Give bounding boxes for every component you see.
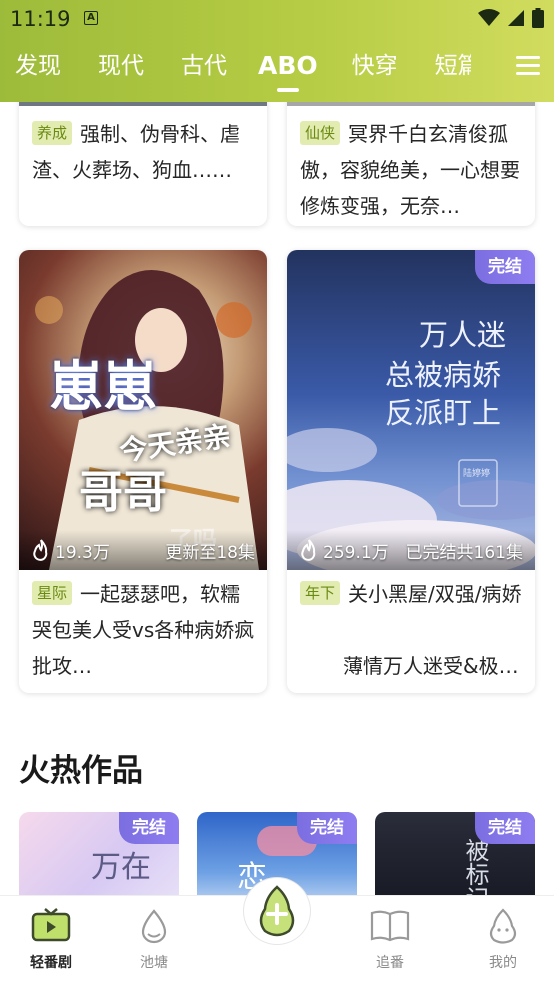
genre-tag: 养成 bbox=[32, 121, 73, 145]
completed-badge: 完结 bbox=[475, 812, 535, 844]
tab-duanpian[interactable]: 短篇 bbox=[435, 38, 471, 98]
pear-face-icon bbox=[489, 908, 517, 944]
category-tabs: 发现 现代 古代 ABO 快穿 短篇 bbox=[0, 38, 554, 98]
status-bar: 11:19 A bbox=[0, 0, 554, 38]
app-screen: 11:19 A 发现 现代 古代 ABO 快穿 短篇 养成 强制、伪骨科、虐渣、火… bbox=[0, 0, 554, 985]
episode-status: 已完结共161集 bbox=[405, 542, 523, 563]
cover-title: 总被病娇 bbox=[385, 358, 502, 392]
card-description: 星际 一起瑟瑟吧，软糯哭包美人受vs各种病娇疯批攻… bbox=[32, 581, 255, 678]
cover-meta: 259.1万 已完结共161集 bbox=[287, 530, 535, 570]
sim-icon: A bbox=[84, 11, 98, 25]
completed-badge: 完结 bbox=[119, 812, 179, 844]
tab-gudai[interactable]: 古代 bbox=[181, 38, 227, 98]
cover-title: 崽崽 bbox=[49, 355, 157, 418]
tab-xiandai[interactable]: 现代 bbox=[98, 38, 144, 98]
nav-label: 轻番剧 bbox=[30, 955, 72, 971]
tab-abo[interactable]: ABO bbox=[258, 38, 318, 98]
create-button[interactable] bbox=[244, 878, 310, 944]
status-time: 11:19 bbox=[10, 7, 71, 31]
bottom-navigation: 轻番剧 池塘 追番 我的 bbox=[0, 878, 554, 985]
status-icons bbox=[478, 7, 544, 29]
cover-seal: 陆婷婷 bbox=[463, 469, 491, 479]
book-card-3[interactable]: 崽崽 今天亲亲 哥哥 了吗 19.3万 更新至18集 星际一起瑟瑟吧，软糯哭包美… bbox=[19, 250, 267, 693]
nav-wode[interactable]: 我的 bbox=[468, 908, 538, 972]
genre-tag: 年下 bbox=[300, 581, 341, 605]
nav-chitang[interactable]: 池塘 bbox=[119, 908, 189, 972]
genre-tag: 仙侠 bbox=[300, 121, 341, 145]
cover-title: 反派盯上 bbox=[385, 396, 502, 430]
card-description-extra: 薄情万人迷受&极… bbox=[343, 654, 519, 678]
top-header: 11:19 A 发现 现代 古代 ABO 快穿 短篇 bbox=[0, 0, 554, 102]
episode-status: 更新至18集 bbox=[165, 542, 255, 563]
add-pear-icon bbox=[259, 885, 295, 937]
card-description: 年下 关小黑屋/双强/病娇 bbox=[300, 576, 525, 612]
cover-title: 哥哥 bbox=[79, 467, 167, 518]
nav-label: 我的 bbox=[489, 955, 517, 971]
pond-icon bbox=[141, 909, 167, 944]
card-description: 养成 强制、伪骨科、虐渣、火葬场、狗血…… bbox=[32, 121, 241, 182]
section-title: 火热作品 bbox=[19, 753, 143, 789]
nav-label: 追番 bbox=[376, 955, 404, 971]
signal-icon bbox=[508, 10, 524, 26]
genre-tag: 星际 bbox=[32, 581, 73, 605]
nav-zhuifan[interactable]: 追番 bbox=[355, 908, 425, 972]
flame-icon bbox=[301, 539, 316, 561]
menu-icon[interactable] bbox=[516, 55, 540, 77]
flame-icon bbox=[33, 539, 48, 561]
card-description: 仙侠 冥界千白玄清俊孤傲，容貌绝美，一心想要修炼变强，无奈… bbox=[300, 121, 520, 218]
cover-title: 万人迷 bbox=[419, 318, 507, 352]
tab-faxian[interactable]: 发现 bbox=[15, 38, 61, 98]
cover-image: 万人迷 总被病娇 反派盯上 陆婷婷 完结 259.1万 已完结共161集 bbox=[287, 250, 535, 570]
cover-meta: 19.3万 更新至18集 bbox=[19, 530, 267, 570]
book-icon bbox=[370, 910, 410, 942]
battery-icon bbox=[532, 8, 544, 28]
nav-label: 池塘 bbox=[140, 955, 168, 971]
completed-badge: 完结 bbox=[297, 812, 357, 844]
tab-kuaichuan[interactable]: 快穿 bbox=[352, 38, 398, 98]
book-card-4[interactable]: 万人迷 总被病娇 反派盯上 陆婷婷 完结 259.1万 已完结共161集 年下关… bbox=[287, 250, 535, 693]
completed-badge: 完结 bbox=[475, 250, 535, 284]
nav-qingfanju[interactable]: 轻番剧 bbox=[16, 908, 86, 972]
cover-image: 崽崽 今天亲亲 哥哥 了吗 19.3万 更新至18集 bbox=[19, 250, 267, 570]
wifi-icon bbox=[478, 9, 500, 26]
tv-icon bbox=[31, 908, 71, 942]
heat-count: 259.1万 bbox=[323, 542, 389, 563]
heat-count: 19.3万 bbox=[55, 542, 110, 563]
cover-title: 万在 bbox=[91, 850, 151, 885]
active-tab-indicator bbox=[276, 88, 299, 92]
